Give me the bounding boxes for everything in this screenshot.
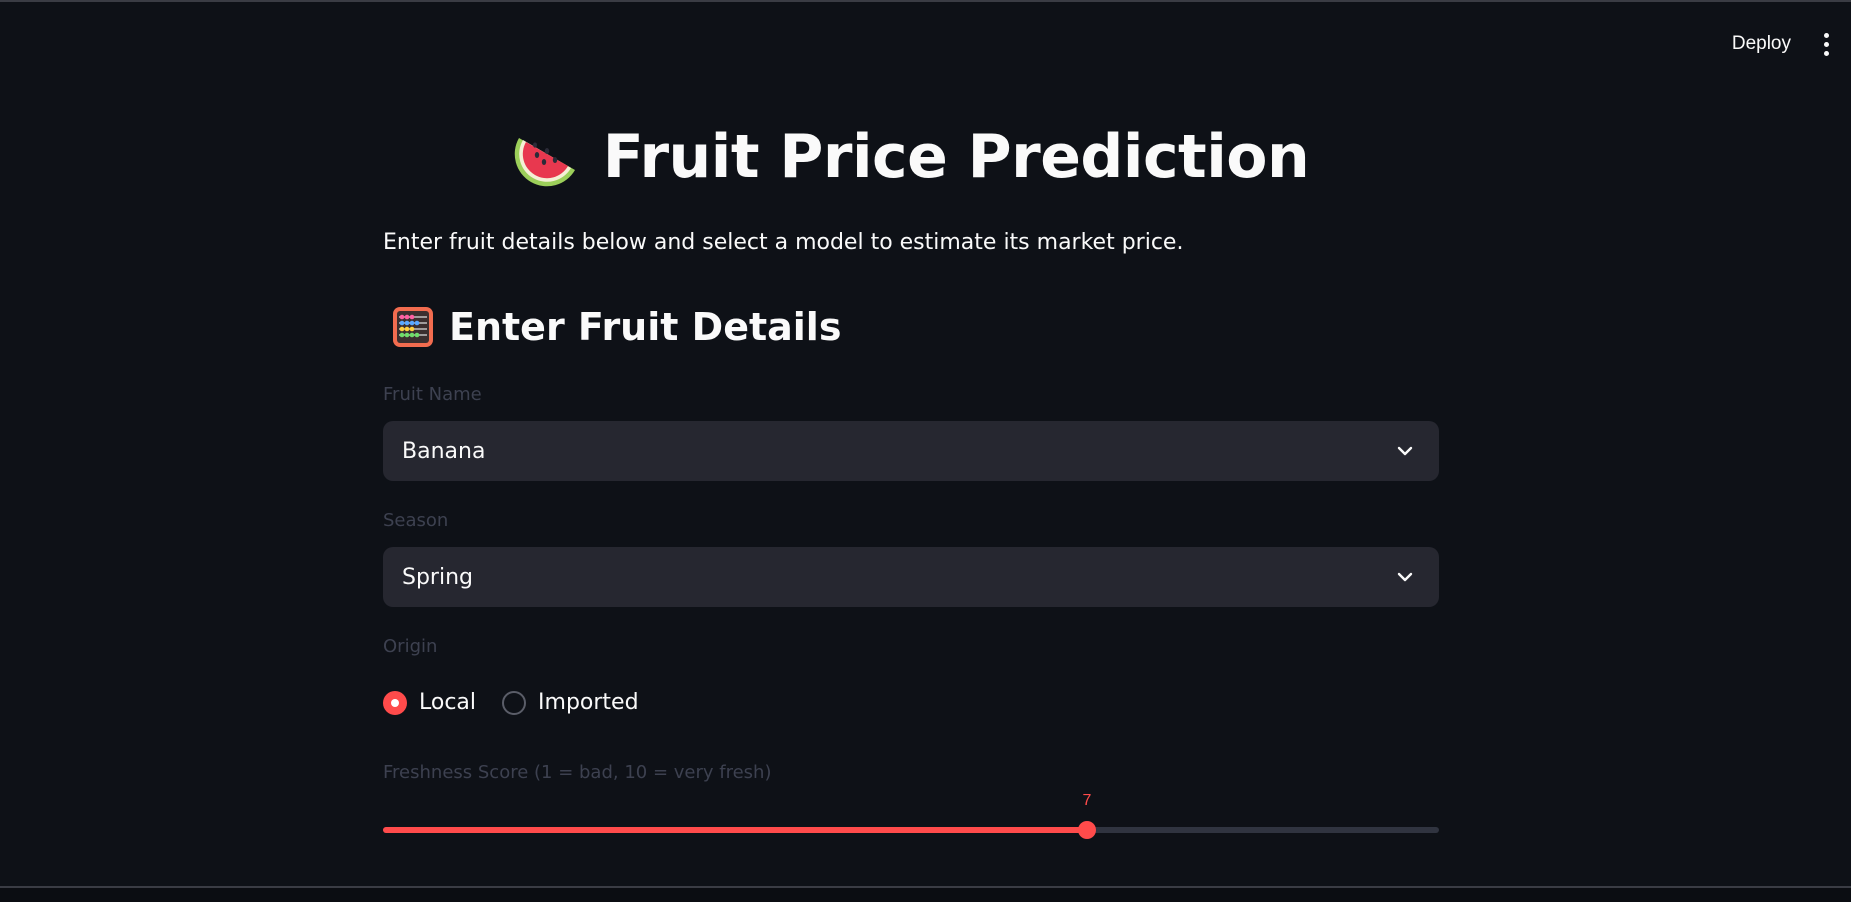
origin-option-imported[interactable]: Imported xyxy=(502,690,639,715)
slider-fill xyxy=(383,827,1087,833)
page-subtitle: Enter fruit details below and select a m… xyxy=(383,230,1184,255)
deploy-button[interactable]: Deploy xyxy=(1732,33,1791,55)
origin-label: Origin xyxy=(383,636,438,657)
slider-thumb[interactable] xyxy=(1078,821,1096,839)
page-title-row: Fruit Price Prediction xyxy=(383,122,1439,192)
fruit-name-label: Fruit Name xyxy=(383,384,482,405)
chevron-down-icon xyxy=(1397,446,1413,456)
slider-value-label: 7 xyxy=(1082,792,1092,809)
season-label: Season xyxy=(383,510,449,531)
fruit-name-select[interactable]: Banana xyxy=(383,421,1439,481)
season-value: Spring xyxy=(402,564,473,590)
abacus-icon xyxy=(393,307,433,347)
origin-option-local[interactable]: Local xyxy=(383,690,476,715)
window-top-border xyxy=(0,0,1851,2)
chevron-down-icon xyxy=(1397,572,1413,582)
freshness-label: Freshness Score (1 = bad, 10 = very fres… xyxy=(383,762,772,783)
origin-option-label: Local xyxy=(419,690,477,715)
radio-selected-icon xyxy=(383,690,407,715)
section-title: Enter Fruit Details xyxy=(449,305,842,349)
page-title: Fruit Price Prediction xyxy=(602,122,1310,192)
header-actions: Deploy xyxy=(1732,30,1833,58)
main-menu-icon[interactable] xyxy=(1819,30,1833,58)
origin-option-label: Imported xyxy=(538,690,639,715)
watermelon-icon xyxy=(514,138,575,187)
radio-unselected-icon xyxy=(502,690,527,715)
fruit-name-value: Banana xyxy=(402,438,486,464)
season-select[interactable]: Spring xyxy=(383,547,1439,607)
origin-radio-group: Local Imported xyxy=(383,690,639,715)
freshness-slider[interactable]: 7 xyxy=(383,790,1439,839)
section-header: Enter Fruit Details xyxy=(391,305,841,349)
